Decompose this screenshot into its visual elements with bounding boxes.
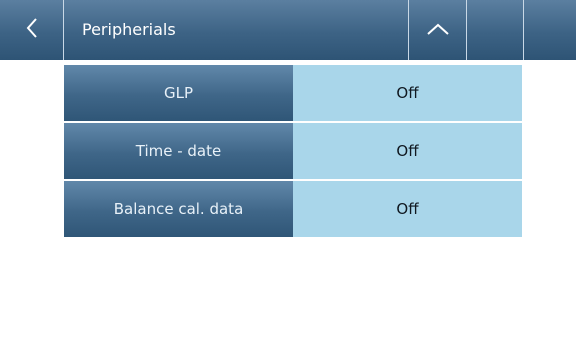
top-bar: Peripherials	[0, 0, 576, 60]
setting-value[interactable]: Off	[293, 65, 522, 121]
setting-label: GLP	[64, 65, 293, 121]
chevron-left-icon	[25, 17, 39, 43]
setting-row-time-date[interactable]: Time - date Off	[64, 123, 522, 179]
scroll-up-button[interactable]	[409, 0, 466, 60]
setting-value[interactable]: Off	[293, 123, 522, 179]
setting-value[interactable]: Off	[293, 181, 522, 237]
settings-list: GLP Off Time - date Off Balance cal. dat…	[64, 65, 522, 239]
divider	[63, 0, 64, 60]
toolbar-button-empty-1[interactable]	[467, 0, 523, 60]
page-title: Peripherials	[82, 20, 176, 39]
setting-row-balance-cal-data[interactable]: Balance cal. data Off	[64, 181, 522, 237]
chevron-up-icon	[426, 21, 450, 40]
back-button[interactable]	[0, 0, 63, 60]
toolbar-button-empty-2[interactable]	[524, 0, 576, 60]
setting-label: Balance cal. data	[64, 181, 293, 237]
setting-row-glp[interactable]: GLP Off	[64, 65, 522, 121]
setting-label: Time - date	[64, 123, 293, 179]
